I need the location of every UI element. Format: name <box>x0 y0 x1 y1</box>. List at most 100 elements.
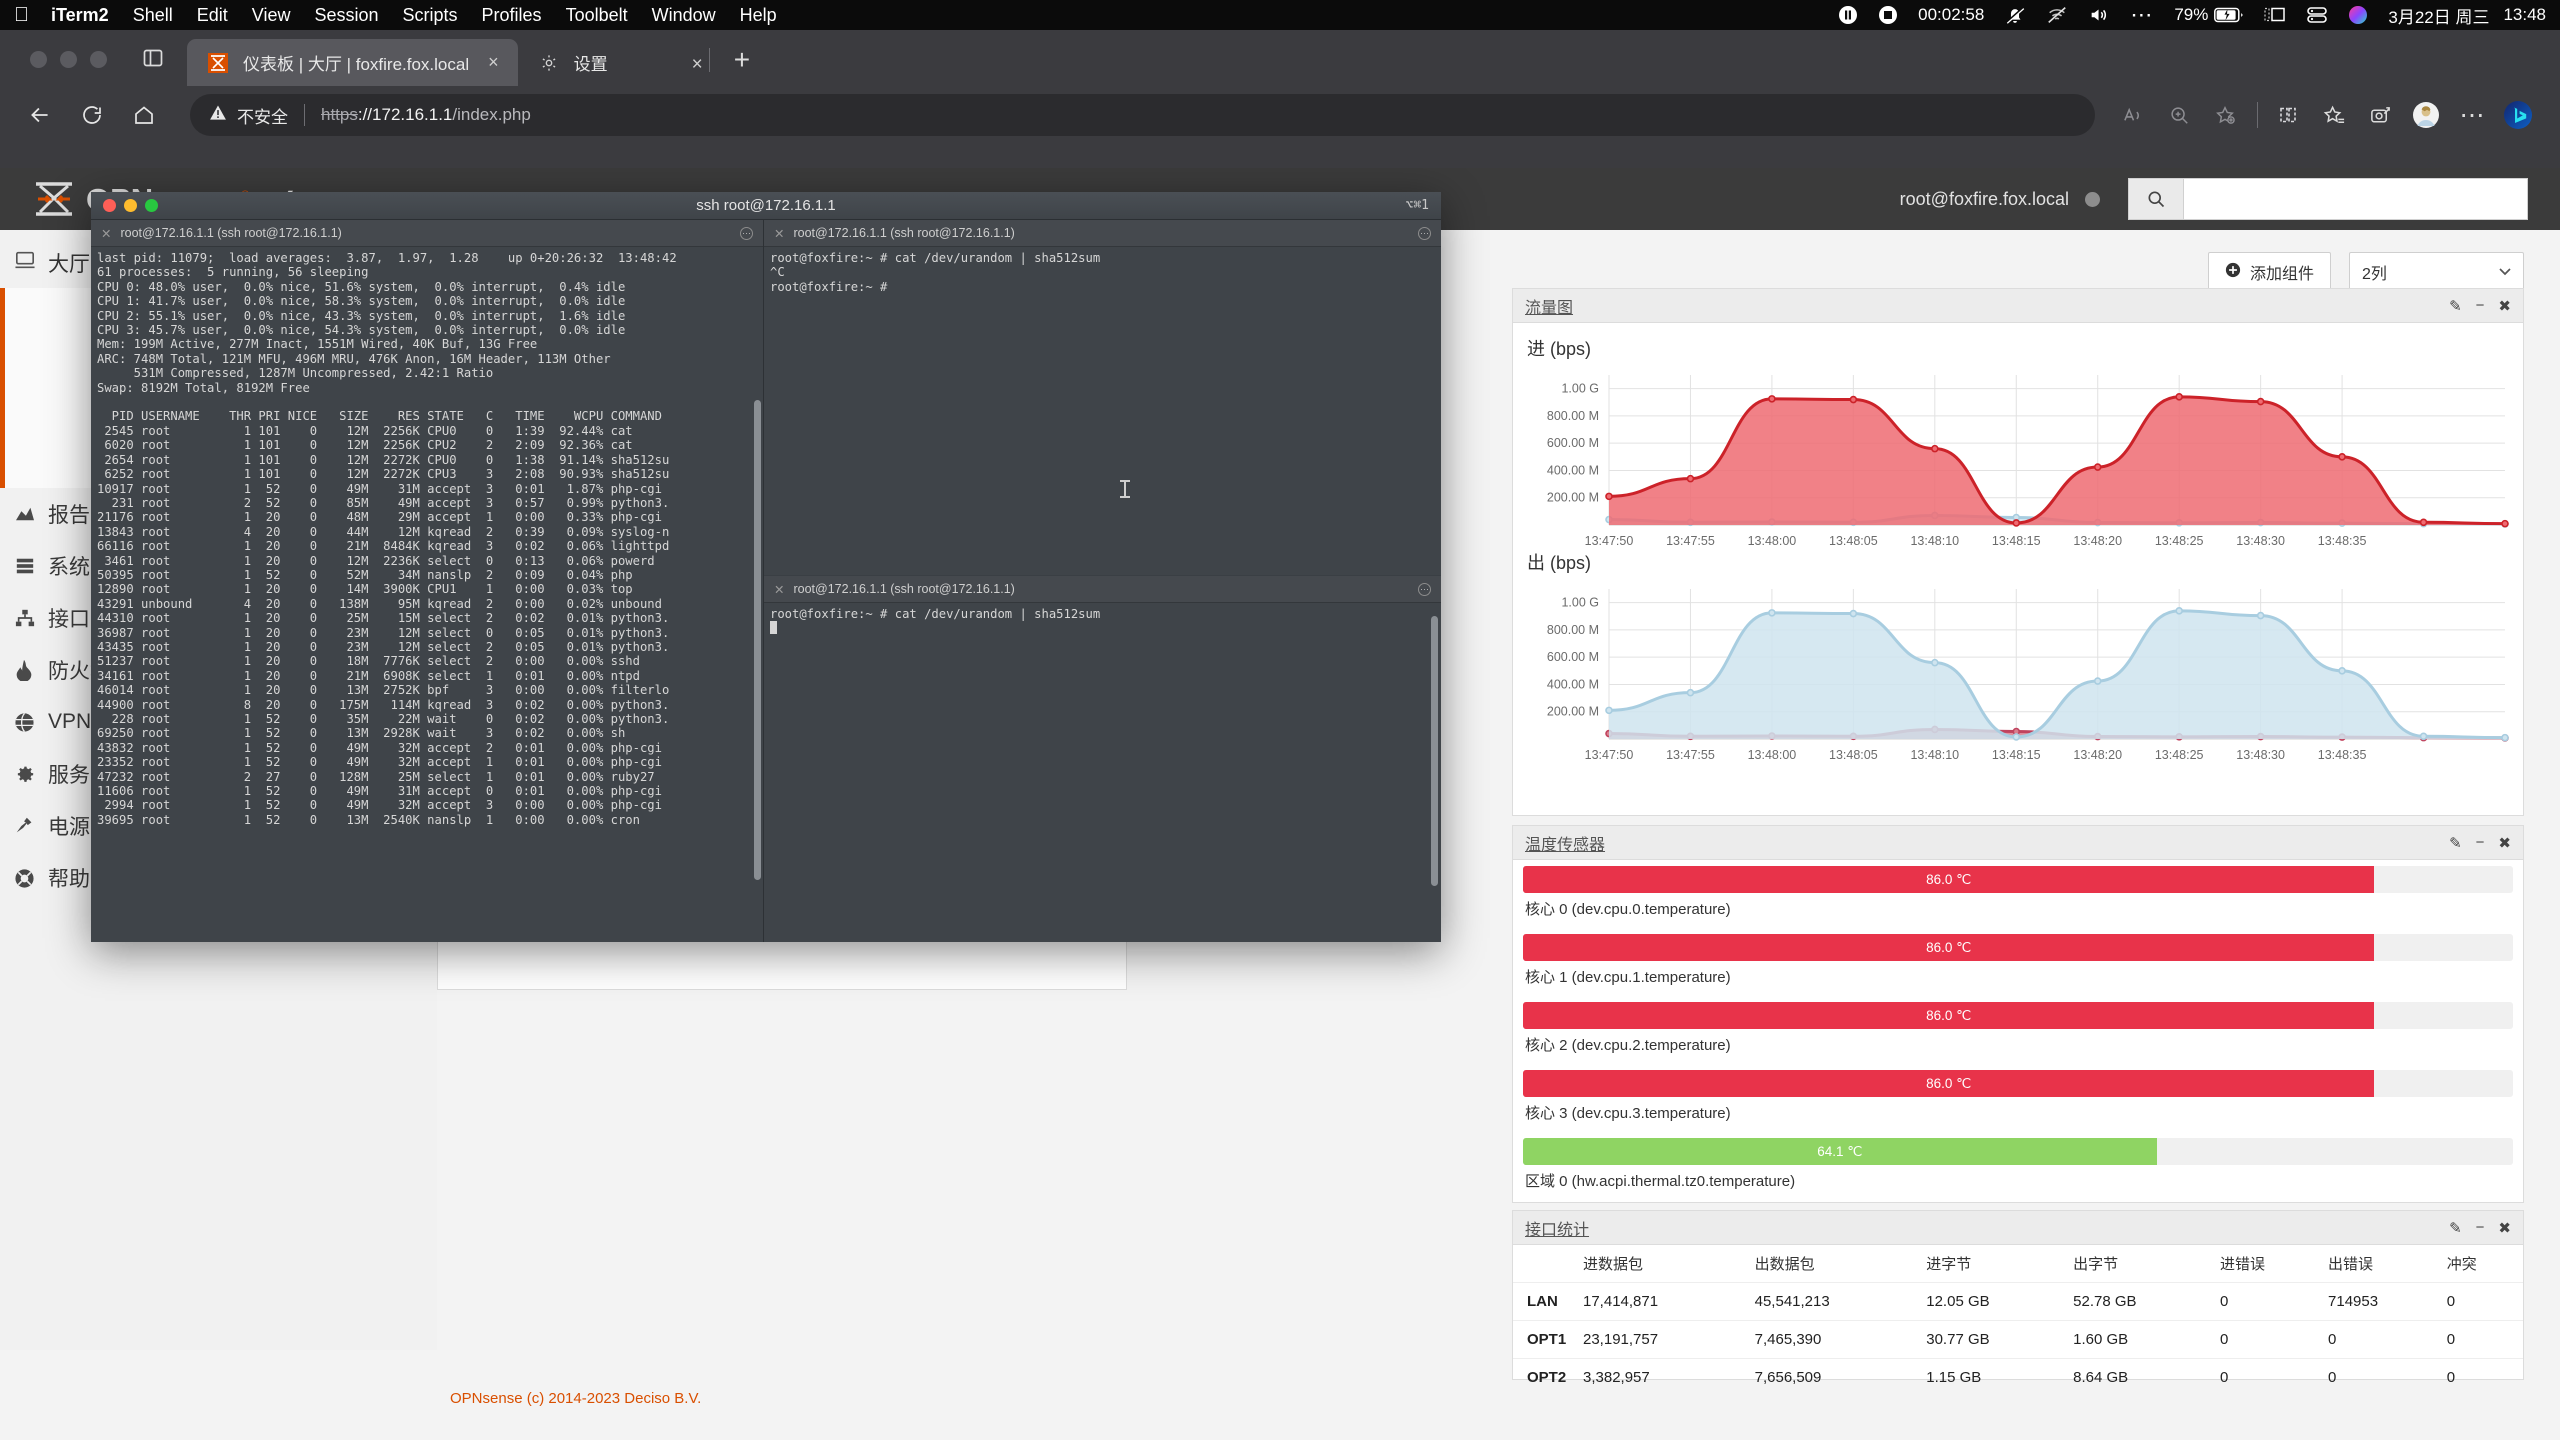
copilot-bing-icon[interactable] <box>2496 93 2540 137</box>
battery-charging-icon[interactable] <box>2214 7 2244 23</box>
terminal-pane-left[interactable]: ✕ root@172.16.1.1 (ssh root@172.16.1.1) … <box>91 220 763 942</box>
svg-text:13:48:10: 13:48:10 <box>1910 534 1959 548</box>
wifi-off-icon[interactable] <box>2046 4 2068 26</box>
close-icon[interactable]: ✕ <box>101 226 111 241</box>
address-bar[interactable]: 不安全 https://172.16.1.1/index.php <box>190 94 2095 136</box>
menu-item-toolbelt[interactable]: Toolbelt <box>566 5 628 26</box>
table-cell: 714953 <box>2328 1282 2447 1321</box>
terminal-output[interactable]: last pid: 11079; load averages: 3.87, 1.… <box>91 247 763 942</box>
pencil-icon[interactable]: ✎ <box>2449 834 2462 852</box>
page-footer: OPNsense (c) 2014-2023 Deciso B.V. <box>437 1390 2560 1430</box>
home-icon[interactable] <box>122 93 166 137</box>
display-icon[interactable] <box>2264 6 2286 24</box>
browser-tab-settings[interactable]: 设置 <box>518 39 622 86</box>
more-settings-icon[interactable]: ⋯ <box>2450 93 2494 137</box>
menu-item-edit[interactable]: Edit <box>197 5 228 26</box>
apple-icon[interactable]:  <box>14 4 29 27</box>
terminal-output[interactable]: root@foxfire:~ # cat /dev/urandom | sha5… <box>764 247 1441 575</box>
favorites-icon[interactable] <box>2312 93 2356 137</box>
header-search[interactable] <box>2128 178 2528 220</box>
reload-icon[interactable] <box>70 93 114 137</box>
close-window-button[interactable] <box>30 51 47 68</box>
chart-in: 200.00 M 400.00 M 600.00 M 800.00 M 1.00 G 13… <box>1513 365 2523 548</box>
svg-text:13:48:20: 13:48:20 <box>2073 748 2122 762</box>
pause-icon[interactable] <box>1838 5 1858 25</box>
iterm-titlebar[interactable]: ssh root@172.16.1.1 ⌥⌘1 <box>91 192 1441 220</box>
back-arrow-icon[interactable] <box>18 93 62 137</box>
scrollbar[interactable] <box>1431 616 1438 886</box>
table-header-row: 进数据包 出数据包 进字节 出字节 进错误 出错误 冲突 <box>1513 1245 2523 1283</box>
minus-icon[interactable]: − <box>2476 834 2485 851</box>
terminal-output[interactable]: root@foxfire:~ # cat /dev/urandom | sha5… <box>764 603 1441 942</box>
terminal-pane-right-top[interactable]: ✕ root@172.16.1.1 (ssh root@172.16.1.1) … <box>764 220 1441 575</box>
svg-text:13:48:00: 13:48:00 <box>1748 534 1797 548</box>
screenshot-icon[interactable] <box>2358 93 2402 137</box>
close-icon[interactable]: ✕ <box>774 582 784 597</box>
pencil-icon[interactable]: ✎ <box>2449 297 2462 315</box>
temperature-row: 86.0 ℃ 核心 1 (dev.cpu.1.temperature) <box>1513 928 2523 996</box>
pane-tab-label: root@172.16.1.1 (ssh root@172.16.1.1) <box>793 582 1015 596</box>
maximize-window-button[interactable] <box>90 51 107 68</box>
close-icon[interactable]: ✕ <box>774 226 784 241</box>
security-warning[interactable]: 不安全 <box>208 103 288 128</box>
close-icon[interactable]: × <box>692 54 703 86</box>
close-icon[interactable]: ✖ <box>2498 1219 2511 1237</box>
pane-options-icon[interactable]: ⋯ <box>1418 226 1431 240</box>
read-aloud-icon[interactable] <box>2111 93 2155 137</box>
control-center-icon[interactable]: ⋯ <box>2130 4 2154 26</box>
menubar-clock[interactable]: 13:48 <box>2503 5 2546 25</box>
terminal-pane-right-bottom[interactable]: ✕ root@172.16.1.1 (ssh root@172.16.1.1) … <box>764 576 1441 942</box>
search-input[interactable] <box>2183 178 2528 220</box>
temperature-caption: 核心 0 (dev.cpu.0.temperature) <box>1525 901 1731 918</box>
navbar-right-icons: ⋯ <box>2111 93 2542 137</box>
minus-icon[interactable]: − <box>2476 1219 2485 1236</box>
collections-split-icon[interactable] <box>2266 93 2310 137</box>
add-widget-button[interactable]: 添加组件 <box>2207 252 2331 292</box>
menu-item-help[interactable]: Help <box>740 5 777 26</box>
tab-list-icon[interactable] <box>133 38 173 78</box>
column-count-select[interactable]: 2列 <box>2349 252 2524 292</box>
record-icon[interactable] <box>1878 5 1898 25</box>
storage-icon[interactable] <box>2306 5 2328 25</box>
siri-icon[interactable] <box>2348 5 2368 25</box>
bell-muted-icon[interactable] <box>2004 4 2026 26</box>
warning-triangle-icon <box>208 103 228 128</box>
svg-text:800.00 M: 800.00 M <box>1547 623 1599 637</box>
close-icon[interactable]: ✖ <box>2498 297 2511 315</box>
pane-options-icon[interactable]: ⋯ <box>740 226 753 240</box>
menu-item-session[interactable]: Session <box>314 5 378 26</box>
menu-item-iterm2[interactable]: iTerm2 <box>51 5 109 26</box>
zoom-icon[interactable] <box>2157 93 2201 137</box>
minus-icon[interactable]: − <box>2476 297 2485 314</box>
menu-item-view[interactable]: View <box>252 5 291 26</box>
menu-item-shell[interactable]: Shell <box>133 5 173 26</box>
browser-tab-dashboard[interactable]: 仪表板 | 大厅 | foxfire.fox.local × <box>187 39 518 86</box>
close-icon[interactable]: × <box>483 52 504 73</box>
interface-name: OPT1 <box>1513 1320 1583 1359</box>
volume-icon[interactable] <box>2088 4 2110 26</box>
table-cell: 23,191,757 <box>1583 1320 1755 1359</box>
profile-avatar-icon[interactable] <box>2404 93 2448 137</box>
menubar-date[interactable]: 3月22日 周三 <box>2388 3 2489 28</box>
minimize-window-button[interactable] <box>60 51 77 68</box>
footer-link[interactable]: Deciso B.V. <box>624 1390 701 1407</box>
pane-tab-label: root@172.16.1.1 (ssh root@172.16.1.1) <box>793 226 1015 240</box>
iterm2-window[interactable]: ssh root@172.16.1.1 ⌥⌘1 ✕ root@172.16.1.… <box>91 192 1441 942</box>
url-text[interactable]: https://172.16.1.1/index.php <box>321 105 531 125</box>
browser-tab-title: 仪表板 | 大厅 | foxfire.fox.local <box>243 55 470 74</box>
menu-item-window[interactable]: Window <box>652 5 716 26</box>
scrollbar[interactable] <box>754 400 761 880</box>
add-favorite-icon[interactable] <box>2203 93 2247 137</box>
new-tab-button[interactable]: + <box>716 44 768 86</box>
pane-options-icon[interactable]: ⋯ <box>1418 582 1431 596</box>
svg-text:13:48:05: 13:48:05 <box>1829 748 1878 762</box>
close-icon[interactable]: ✖ <box>2498 834 2511 852</box>
interface-stats-table: 进数据包 出数据包 进字节 出字节 进错误 出错误 冲突 LAN 17,414,871 45,5… <box>1513 1245 2523 1396</box>
pencil-icon[interactable]: ✎ <box>2449 1219 2462 1237</box>
widget-header: 接口统计 ✎ − ✖ <box>1513 1211 2523 1245</box>
svg-text:13:47:50: 13:47:50 <box>1585 748 1634 762</box>
interface-name: LAN <box>1513 1282 1583 1321</box>
menu-item-profiles[interactable]: Profiles <box>482 5 542 26</box>
search-icon[interactable] <box>2128 178 2183 220</box>
menu-item-scripts[interactable]: Scripts <box>403 5 458 26</box>
